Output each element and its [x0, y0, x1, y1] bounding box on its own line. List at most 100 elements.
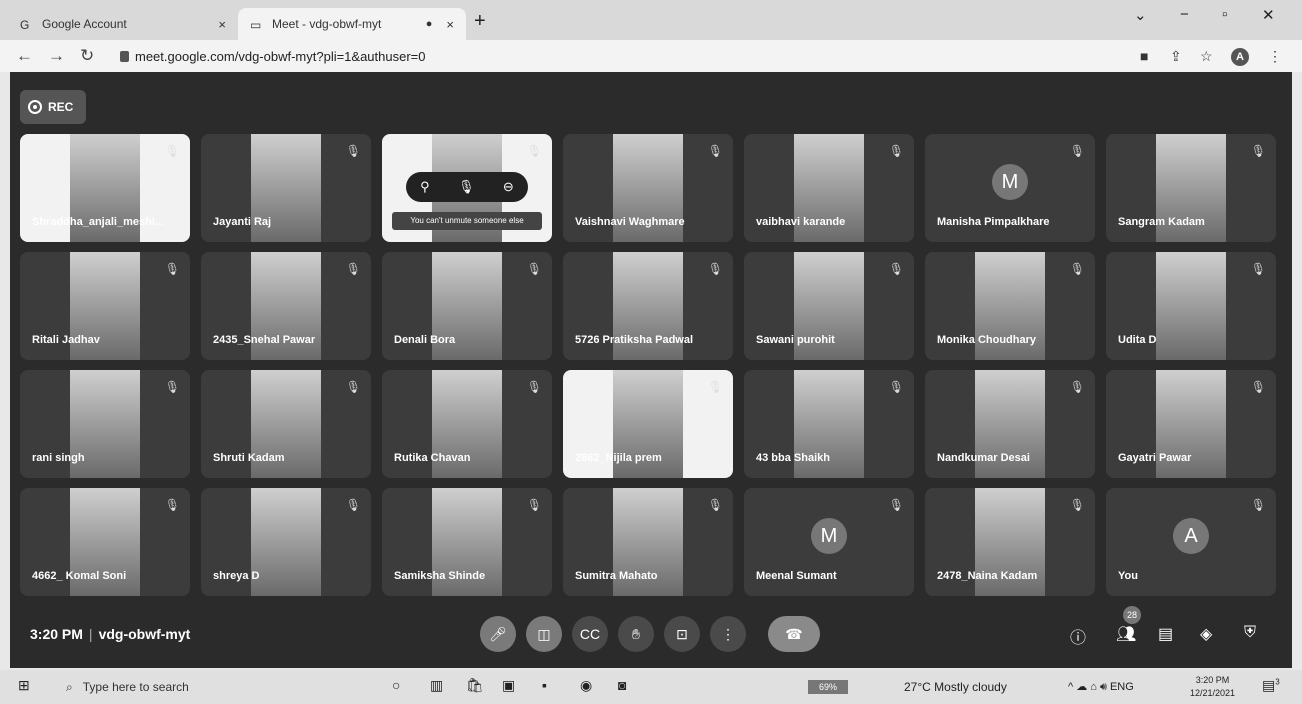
forward-icon[interactable]: →: [48, 46, 65, 66]
notifications-icon[interactable]: ▤3: [1262, 677, 1280, 694]
mute-icon[interactable]: 🎙︎: [458, 179, 475, 195]
participant-name: Sangram Kadam: [1118, 216, 1205, 228]
participant-name: Jayanti Raj: [213, 216, 272, 228]
participant-tile[interactable]: 🎙︎ 2435_Snehal Pawar: [201, 252, 371, 360]
language-indicator[interactable]: ENG: [1110, 681, 1134, 693]
camera-off-button[interactable]: ◫: [526, 616, 562, 652]
participant-tile[interactable]: 🎙︎ Vaishnavi Waghmare: [563, 134, 733, 242]
system-tray[interactable]: ^ ☁ ⌂ 🔊︎ ENG: [1068, 680, 1134, 694]
camera-icon[interactable]: ■: [1140, 48, 1148, 64]
participant-name: vaibhavi karande: [756, 216, 846, 228]
participant-tile[interactable]: 🎙︎ 2478_Naina Kadam: [925, 488, 1095, 596]
google-icon: G: [20, 18, 30, 32]
mic-muted-icon: 🎙︎: [888, 262, 904, 276]
taskbar-search[interactable]: ⌕ Type here to search: [56, 674, 386, 700]
participant-name: 2862_Nijila prem: [575, 452, 662, 464]
participant-tile[interactable]: 🎙︎ Sumitra Mahato: [563, 488, 733, 596]
participant-name: Sawani purohit: [756, 334, 835, 346]
menu-icon[interactable]: ⋮: [1268, 48, 1282, 65]
participant-tile[interactable]: 🎙︎ Jayanti Raj: [201, 134, 371, 242]
minimize-icon[interactable]: −: [1180, 6, 1189, 23]
participant-name: Ritali Jadhav: [32, 334, 100, 346]
host-controls-icon[interactable]: ⛨: [1244, 624, 1256, 642]
chrome-icon[interactable]: ◉: [580, 677, 592, 694]
tab-search-icon[interactable]: ⌄: [1134, 6, 1147, 24]
tab-google-account[interactable]: G Google Account ×: [8, 8, 238, 40]
mic-off-button[interactable]: 🎤︎: [480, 616, 516, 652]
mic-muted-icon: 🎙︎: [1069, 498, 1085, 512]
mic-muted-icon: 🎙︎: [345, 144, 361, 158]
pin-icon[interactable]: ⚲: [420, 179, 430, 195]
participant-tile[interactable]: 🎙︎ Ritali Jadhav: [20, 252, 190, 360]
participant-name: Shruti Kadam: [213, 452, 285, 464]
participant-tile[interactable]: A 🎙︎ You: [1106, 488, 1276, 596]
weather-widget[interactable]: 27°C Mostly cloudy: [904, 680, 1007, 694]
task-view-icon[interactable]: ▥: [430, 677, 443, 694]
participant-tile[interactable]: 🎙︎ Udita D: [1106, 252, 1276, 360]
record-icon: [28, 100, 42, 114]
captions-button[interactable]: CC: [572, 616, 608, 652]
tab-close-icon[interactable]: ×: [218, 17, 226, 32]
participant-tile[interactable]: 🎙︎ Shruti Kadam: [201, 370, 371, 478]
participant-tile[interactable]: 🎙︎ Samiksha Shinde: [382, 488, 552, 596]
tab-meet[interactable]: ▭ Meet - vdg-obwf-myt ● ×: [238, 8, 466, 40]
participant-tile[interactable]: 🎙︎ 43 bba Shaikh: [744, 370, 914, 478]
participant-tile[interactable]: 🎙︎ 2862_Nijila prem: [563, 370, 733, 478]
new-tab-button[interactable]: +: [474, 10, 486, 33]
close-window-icon[interactable]: ✕: [1262, 6, 1275, 24]
info-icon[interactable]: ⓘ: [1070, 624, 1086, 648]
maximize-icon[interactable]: ▫: [1222, 6, 1227, 23]
mic-muted-icon: 🎙︎: [1250, 262, 1266, 276]
mic-muted-icon: 🎙︎: [164, 380, 180, 394]
windows-start-icon[interactable]: ⊞: [18, 677, 30, 694]
participant-tile[interactable]: 🎙︎ vaibhavi karande: [744, 134, 914, 242]
participant-name: Sumitra Mahato: [575, 570, 658, 582]
people-icon[interactable]: 👥︎: [1116, 624, 1136, 644]
mic-muted-icon: 🎙︎: [1250, 144, 1266, 158]
participant-tile[interactable]: 🎙︎ 4662_ Komal Soni: [20, 488, 190, 596]
participant-name: You: [1118, 570, 1138, 582]
participant-tile[interactable]: 🎙︎ Shraddha_anjali_meshi...: [20, 134, 190, 242]
store-icon[interactable]: 🛍︎: [466, 677, 484, 694]
rec-badge[interactable]: REC: [20, 90, 86, 124]
participant-tile[interactable]: 🎙︎ Monika Choudhary: [925, 252, 1095, 360]
tab-close-icon[interactable]: ×: [446, 17, 454, 32]
participant-name: shreya D: [213, 570, 260, 582]
reload-icon[interactable]: ↻: [80, 46, 94, 66]
file-explorer-icon[interactable]: ▪: [542, 677, 547, 693]
participant-tile[interactable]: 🎙︎ Nandkumar Desai: [925, 370, 1095, 478]
participant-name: Udita D: [1118, 334, 1157, 346]
back-icon[interactable]: ←: [16, 46, 33, 66]
url-field[interactable]: meet.google.com/vdg-obwf-myt?pli=1&authu…: [120, 49, 426, 64]
more-options-button[interactable]: ⋮: [710, 616, 746, 652]
raise-hand-button[interactable]: ✋︎: [618, 616, 654, 652]
participant-tile[interactable]: 🎙︎ ⚲ 🎙︎ ⊖ You can't unmute someone else: [382, 134, 552, 242]
participant-tile[interactable]: 🎙︎ Sawani purohit: [744, 252, 914, 360]
app-l-icon[interactable]: ▣: [502, 677, 515, 694]
participant-tile[interactable]: 🎙︎ rani singh: [20, 370, 190, 478]
shield-app-icon[interactable]: ◙: [618, 677, 626, 693]
participant-tile[interactable]: 🎙︎ 5726 Pratiksha Padwal: [563, 252, 733, 360]
mic-muted-icon: 🎙︎: [1069, 262, 1085, 276]
meet-window: REC 🎙︎ Shraddha_anjali_meshi... 🎙︎ Jayanti …: [10, 72, 1292, 668]
present-button[interactable]: ⊡: [664, 616, 700, 652]
leave-call-button[interactable]: ☎︎: [768, 616, 820, 652]
chat-icon[interactable]: ▤: [1158, 624, 1173, 644]
participant-tile[interactable]: M 🎙︎ Meenal Sumant: [744, 488, 914, 596]
mic-muted-icon: 🎙︎: [888, 144, 904, 158]
participant-tile[interactable]: 🎙︎ shreya D: [201, 488, 371, 596]
participant-tile[interactable]: 🎙︎ Gayatri Pawar: [1106, 370, 1276, 478]
participant-name: Samiksha Shinde: [394, 570, 486, 582]
participant-tile[interactable]: 🎙︎ Denali Bora: [382, 252, 552, 360]
share-icon[interactable]: ⇪: [1170, 48, 1182, 65]
participant-tile[interactable]: 🎙︎ Rutika Chavan: [382, 370, 552, 478]
account-avatar[interactable]: A: [1231, 48, 1249, 66]
participant-count-badge: 28: [1123, 606, 1141, 624]
activities-icon[interactable]: ◈: [1200, 624, 1212, 644]
cortana-icon[interactable]: ○: [392, 677, 400, 693]
participant-tile[interactable]: 🎙︎ Sangram Kadam: [1106, 134, 1276, 242]
remove-icon[interactable]: ⊖: [503, 179, 514, 195]
participant-tile[interactable]: M 🎙︎ Manisha Pimpalkhare: [925, 134, 1095, 242]
bookmark-star-icon[interactable]: ☆: [1200, 48, 1213, 65]
clock[interactable]: 3:20 PM 12/21/2021: [1190, 674, 1235, 700]
